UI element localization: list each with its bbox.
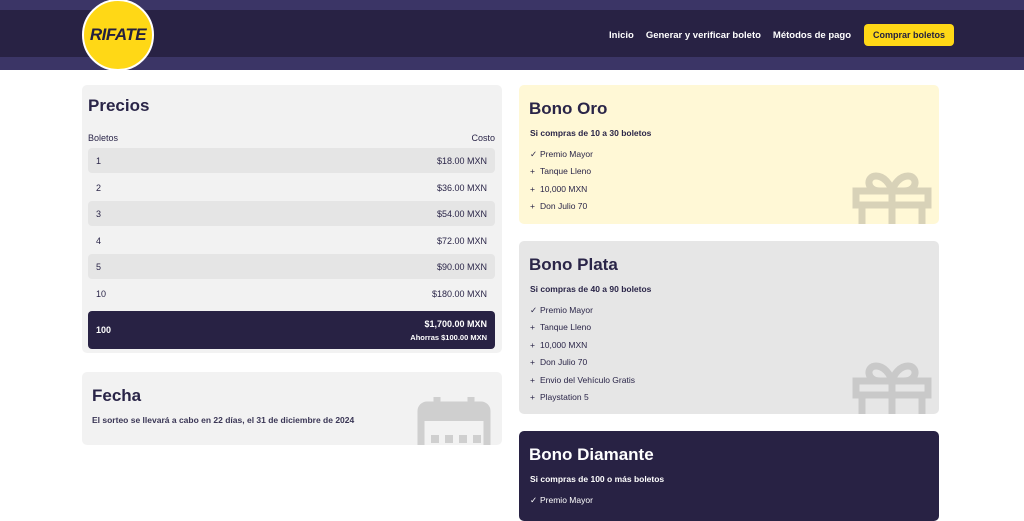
plus-icon: + bbox=[530, 183, 535, 194]
date-card: Fecha El sorteo se llevará a cabo en 22 … bbox=[82, 372, 502, 445]
ticket-qty: 4 bbox=[96, 236, 102, 246]
ticket-price: $180.00 MXN bbox=[431, 289, 487, 299]
plus-icon: + bbox=[530, 339, 535, 350]
nav-metodos-pago[interactable]: Métodos de pago bbox=[773, 30, 851, 41]
bonus-silver-card: Bono Plata Si compras de 40 a 90 boletos… bbox=[519, 241, 939, 414]
bonus-item: ✓ Premio Mayor bbox=[530, 495, 593, 505]
column-header-tickets: Boletos bbox=[88, 133, 119, 143]
bonus-item: + Playstation 5 bbox=[530, 391, 589, 402]
price-row[interactable]: 3 $54.00 MXN bbox=[88, 201, 495, 226]
column-header-cost: Costo bbox=[471, 133, 495, 143]
plus-icon: + bbox=[530, 374, 535, 385]
ticket-price: $18.00 MXN bbox=[436, 156, 487, 166]
bonus-silver-list: ✓ Premio Mayor + Tanque Lleno +10,000 MXN … bbox=[530, 304, 635, 408]
bonus-diamond-card: Bono Diamante Si compras de 100 o más bo… bbox=[519, 431, 939, 521]
bonus-diamond-subtitle: Si compras de 100 o más boletos bbox=[530, 474, 665, 484]
bonus-diamond-list: ✓ Premio Mayor bbox=[530, 494, 593, 511]
bonus-item: + Don Julio 70 bbox=[530, 201, 588, 212]
price-row-featured[interactable]: 100 $1,700.00 MXN Ahorras $100.00 MXN bbox=[88, 311, 495, 349]
bonus-gold-card: Bono Oro Si compras de 10 a 30 boletos ✓… bbox=[519, 85, 939, 224]
check-icon: ✓ bbox=[530, 495, 538, 505]
bonus-item: +10,000 MXN bbox=[530, 183, 588, 194]
ticket-price: $1,700.00 MXN bbox=[424, 319, 487, 329]
ticket-qty: 100 bbox=[96, 325, 112, 335]
ticket-price: $54.00 MXN bbox=[436, 209, 487, 219]
prices-title: Precios bbox=[88, 96, 150, 115]
ticket-qty: 5 bbox=[96, 262, 102, 272]
bonus-item: ✓ Premio Mayor bbox=[530, 149, 593, 159]
price-row[interactable]: 1 $18.00 MXN bbox=[88, 148, 495, 173]
bonus-item: + Envio del Vehículo Gratis bbox=[530, 374, 635, 385]
ticket-price: $90.00 MXN bbox=[436, 262, 487, 272]
bonus-silver-title: Bono Plata bbox=[529, 255, 618, 274]
main-nav: Inicio Generar y verificar boleto Método… bbox=[609, 23, 955, 47]
bonus-silver-subtitle: Si compras de 40 a 90 boletos bbox=[530, 284, 652, 294]
ticket-qty: 1 bbox=[96, 156, 102, 166]
calendar-icon bbox=[417, 397, 491, 445]
date-title: Fecha bbox=[92, 386, 142, 405]
price-row[interactable]: 10 $180.00 MXN bbox=[88, 281, 495, 306]
gift-icon bbox=[852, 172, 932, 224]
bonus-item: + Tanque Lleno bbox=[530, 166, 592, 177]
nav-generar-verificar[interactable]: Generar y verificar boleto bbox=[646, 30, 761, 41]
logo-text: RIFATE bbox=[89, 25, 147, 44]
plus-icon: + bbox=[530, 166, 535, 177]
bonus-item: ✓ Premio Mayor bbox=[530, 305, 593, 315]
price-row[interactable]: 4 $72.00 MXN bbox=[88, 228, 495, 253]
bonus-gold-subtitle: Si compras de 10 a 30 boletos bbox=[530, 128, 652, 138]
plus-icon: + bbox=[530, 391, 535, 402]
bonus-gold-list: ✓ Premio Mayor + Tanque Lleno +10,000 MXN … bbox=[530, 148, 593, 218]
price-row[interactable]: 5 $90.00 MXN bbox=[88, 254, 495, 279]
bonus-item: + Tanque Lleno bbox=[530, 322, 592, 333]
ticket-qty: 3 bbox=[96, 209, 102, 219]
check-icon: ✓ bbox=[530, 149, 538, 159]
plus-icon: + bbox=[530, 322, 535, 333]
logo[interactable]: RIFATE bbox=[82, 0, 154, 71]
gift-icon bbox=[852, 362, 932, 414]
ticket-qty: 10 bbox=[96, 289, 107, 299]
ticket-price: $36.00 MXN bbox=[436, 183, 487, 193]
ticket-price: $72.00 MXN bbox=[436, 236, 487, 246]
bonus-item: + Don Julio 70 bbox=[530, 357, 588, 368]
bonus-gold-title: Bono Oro bbox=[529, 99, 608, 118]
date-text: El sorteo se llevará a cabo en 22 días, … bbox=[92, 415, 355, 425]
nav-inicio[interactable]: Inicio bbox=[609, 30, 634, 41]
bonus-diamond-title: Bono Diamante bbox=[529, 445, 654, 464]
ticket-qty: 2 bbox=[96, 183, 102, 193]
check-icon: ✓ bbox=[530, 305, 538, 315]
plus-icon: + bbox=[530, 357, 535, 368]
buy-tickets-button[interactable]: Comprar boletos bbox=[864, 24, 955, 46]
savings-label: Ahorras $100.00 MXN bbox=[410, 333, 487, 342]
plus-icon: + bbox=[530, 201, 535, 212]
price-row[interactable]: 2 $36.00 MXN bbox=[88, 175, 495, 200]
bonus-item: +10,000 MXN bbox=[530, 339, 588, 350]
